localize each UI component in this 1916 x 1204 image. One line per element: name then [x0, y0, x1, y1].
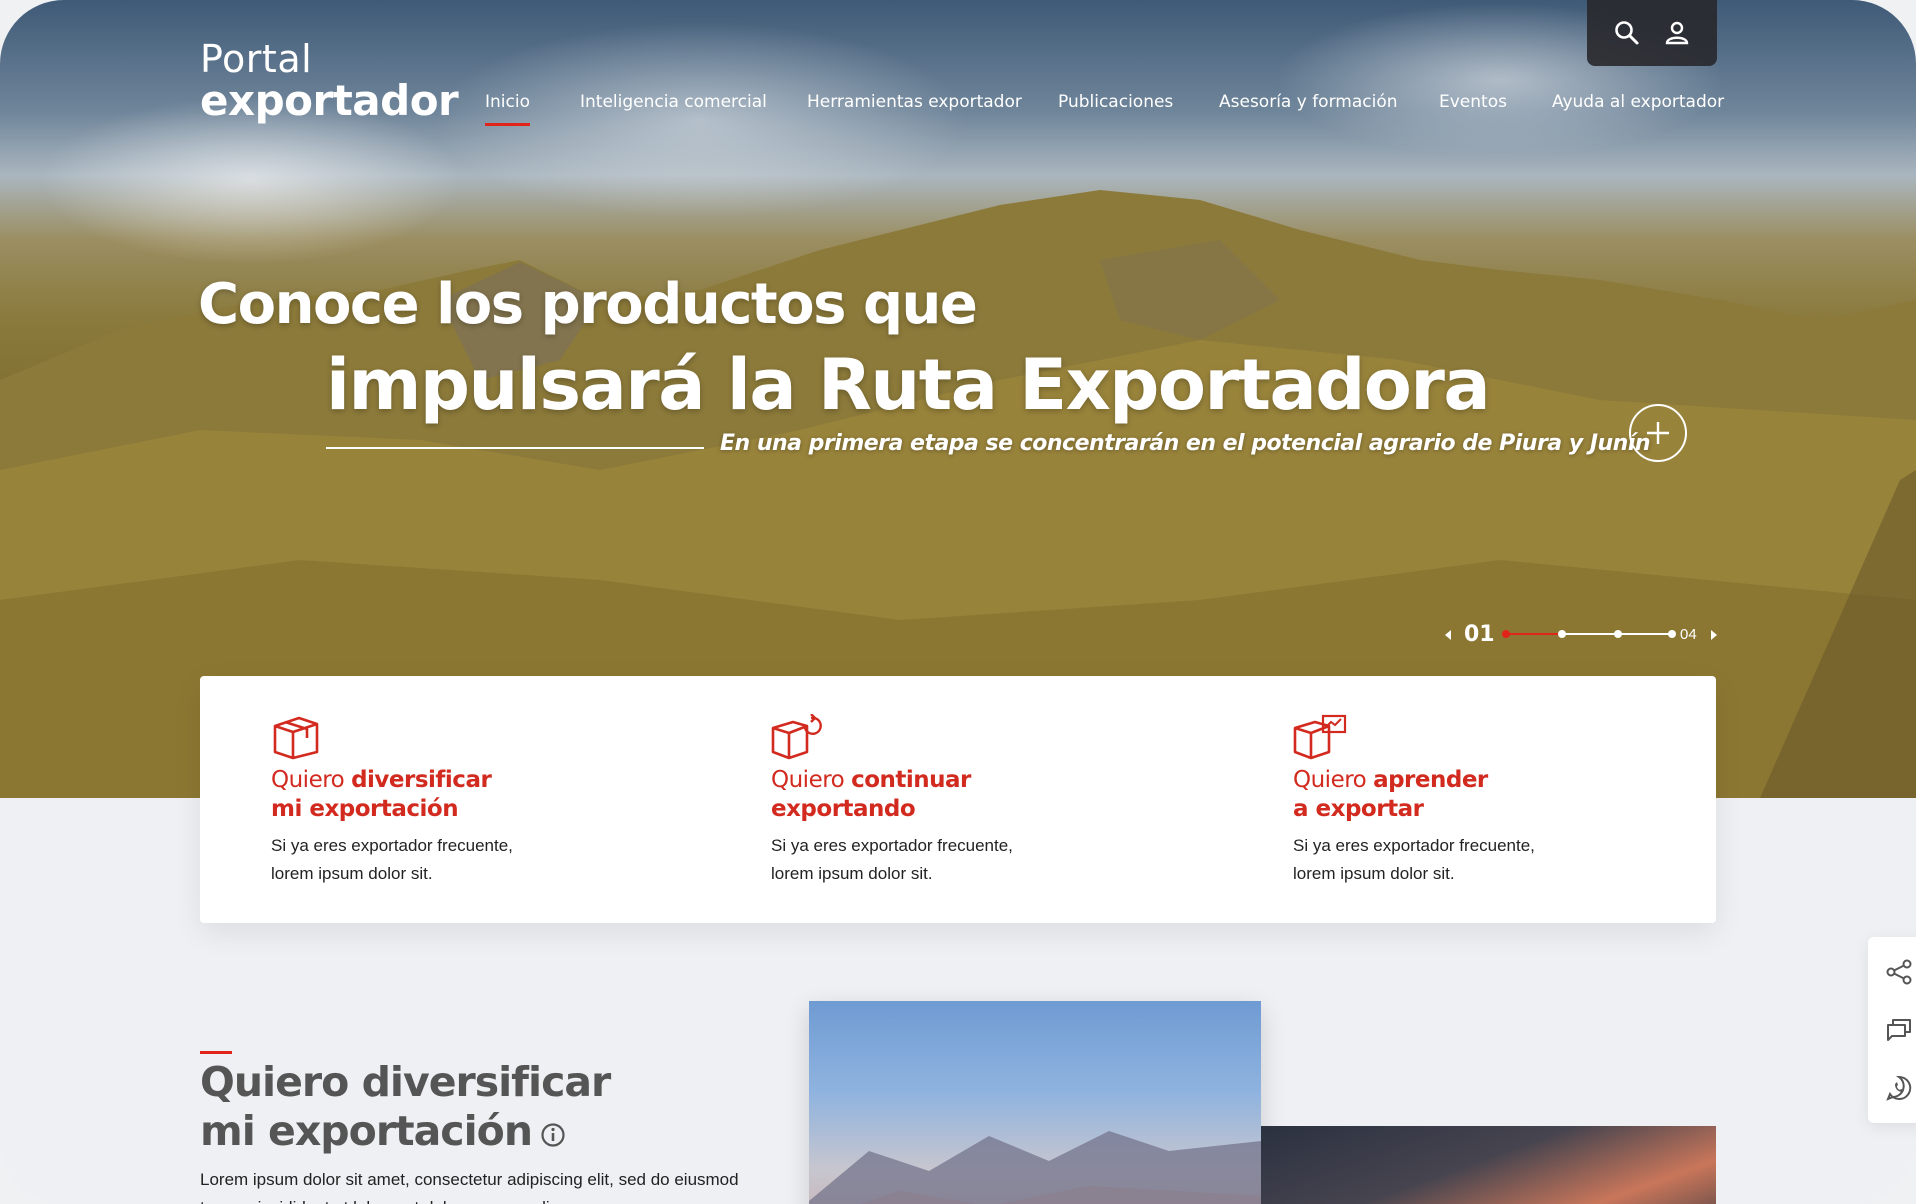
share-sidebar [1868, 937, 1916, 1123]
section-accent-bar [200, 1051, 232, 1054]
card-title-line2: a exportar [1293, 796, 1424, 822]
card-title-light: Quiero [771, 767, 852, 793]
logo-line2: exportador [200, 76, 459, 125]
card-title: Quiero aprender a exportar [1293, 766, 1713, 824]
slider-next-icon[interactable] [1710, 628, 1718, 646]
user-icon[interactable] [1663, 19, 1691, 47]
nav-item-herramientas-exportador[interactable]: Herramientas exportador [807, 92, 1022, 112]
nav-item-inteligencia-comercial[interactable]: Inteligencia comercial [580, 92, 767, 112]
slider-dot[interactable] [1668, 630, 1676, 638]
top-utility-bar [1587, 0, 1717, 66]
nav-item-asesoria-formacion[interactable]: Asesoría y formación [1219, 92, 1398, 112]
comment-icon[interactable] [1884, 1015, 1914, 1045]
share-icon[interactable] [1884, 957, 1914, 987]
card-diversificar[interactable]: Quiero diversificar mi exportación Si ya… [271, 714, 691, 888]
card-title: Quiero continuar exportando [771, 766, 1191, 824]
section-title-line1: Quiero diversificar [200, 1058, 611, 1106]
card-title-line2: exportando [771, 796, 916, 822]
box-icon [271, 714, 321, 760]
slider-dot[interactable] [1502, 630, 1510, 638]
card-title: Quiero diversificar mi exportación [271, 766, 691, 824]
portal-logo[interactable]: Portal exportador [200, 37, 459, 125]
nav-item-inicio[interactable]: Inicio [485, 92, 530, 126]
nav-item-ayuda-exportador[interactable]: Ayuda al exportador [1552, 92, 1724, 112]
card-description: Si ya eres exportador frecuente, lorem i… [771, 832, 1191, 888]
hero-title-line2: impulsará la Ruta Exportadora [326, 344, 1491, 426]
card-desc-line1: Si ya eres exportador frecuente, [271, 836, 513, 855]
card-title-line2: mi exportación [271, 796, 459, 822]
logo-line1: Portal [200, 37, 313, 81]
card-description: Si ya eres exportador frecuente, lorem i… [1293, 832, 1713, 888]
hero-divider [326, 447, 704, 449]
section-title: Quiero diversificar mi exportación [200, 1058, 611, 1159]
card-continuar[interactable]: Quiero continuar exportando Si ya eres e… [771, 713, 1191, 888]
card-title-bold: aprender [1373, 767, 1488, 793]
hero-more-button[interactable] [1629, 404, 1687, 462]
card-aprender[interactable]: Quiero aprender a exportar Si ya eres ex… [1293, 714, 1713, 888]
card-desc-line2: lorem ipsum dolor sit. [271, 864, 433, 883]
page: Portal exportador Inicio Inteligencia co… [0, 0, 1916, 1204]
box-presentation-icon [1293, 714, 1347, 760]
nav-item-eventos[interactable]: Eventos [1439, 92, 1507, 112]
nav-item-publicaciones[interactable]: Publicaciones [1058, 92, 1173, 112]
hero-title-line1: Conoce los productos que [198, 272, 978, 337]
card-desc-line2: lorem ipsum dolor sit. [771, 864, 933, 883]
quick-actions-panel: Quiero diversificar mi exportación Si ya… [200, 676, 1716, 923]
slider-prev-icon[interactable] [1444, 628, 1452, 646]
card-desc-line1: Si ya eres exportador frecuente, [1293, 836, 1535, 855]
card-title-bold: continuar [851, 767, 971, 793]
card-title-light: Quiero [271, 767, 352, 793]
landscape-photo-sunset[interactable] [1261, 1126, 1716, 1204]
whatsapp-icon[interactable] [1884, 1073, 1914, 1103]
card-title-bold: diversificar [351, 767, 492, 793]
slider-track[interactable] [1504, 633, 1672, 635]
landscape-photo-mountains[interactable] [809, 1001, 1261, 1204]
hero-subtitle: En una primera etapa se concentrarán en … [720, 431, 1651, 456]
plus-icon [1647, 422, 1669, 444]
section-title-line2: mi exportación [200, 1107, 533, 1155]
card-title-light: Quiero [1293, 767, 1374, 793]
section-body: Lorem ipsum dolor sit amet, consectetur … [200, 1170, 739, 1204]
slider-total: 04 [1680, 626, 1697, 643]
slider-current: 01 [1464, 622, 1495, 647]
info-icon[interactable] [540, 1110, 566, 1159]
card-description: Si ya eres exportador frecuente, lorem i… [271, 832, 691, 888]
card-desc-line1: Si ya eres exportador frecuente, [771, 836, 1013, 855]
search-icon[interactable] [1613, 19, 1641, 47]
card-desc-line2: lorem ipsum dolor sit. [1293, 864, 1455, 883]
box-refresh-icon [771, 713, 822, 760]
slider-dot[interactable] [1558, 630, 1566, 638]
slider-dot[interactable] [1614, 630, 1622, 638]
